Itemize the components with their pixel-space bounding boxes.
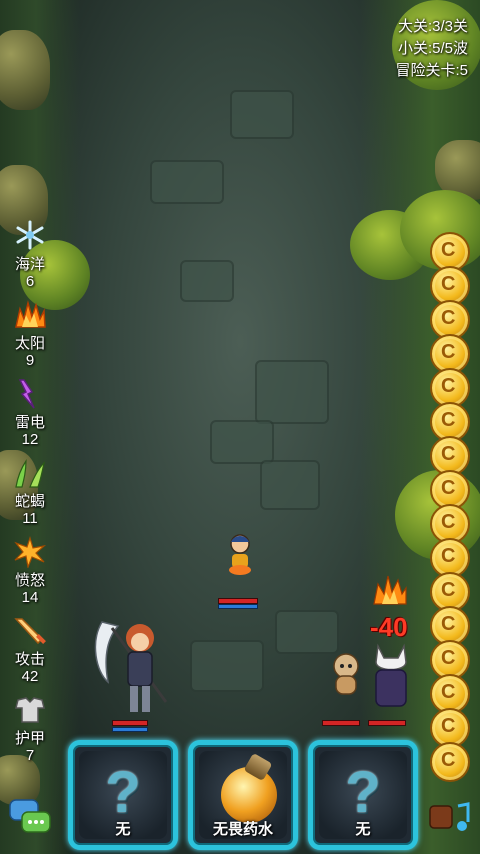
snowflake-icon xyxy=(12,220,48,256)
big-stage-text: 大关:3/3关 xyxy=(397,18,468,35)
rock xyxy=(0,30,50,110)
game-background xyxy=(0,0,480,854)
music-icon xyxy=(429,802,470,831)
path-stone xyxy=(190,640,264,692)
path-stone xyxy=(150,160,224,204)
element-count: 14 xyxy=(21,589,39,606)
coin-symbol: C xyxy=(441,715,456,737)
scorpion-icon xyxy=(12,457,48,493)
armor-icon xyxy=(12,694,48,730)
stage-info: 大关:3/3关 小关:5/5波 冒险关卡:5 xyxy=(395,16,468,82)
coin-symbol: C xyxy=(441,579,456,601)
fury-icon xyxy=(12,536,48,572)
potion-icon xyxy=(221,767,277,823)
element-list: 海洋 6 太阳 9 雷电 12 蛇蝎 11 愤怒 14 攻击 42 护甲 7 xyxy=(6,220,54,773)
sun-icon xyxy=(12,299,48,335)
gold-coin-icon: C xyxy=(430,742,470,782)
element-count: 6 xyxy=(25,273,35,290)
thunder-icon xyxy=(12,378,48,414)
coin-symbol: C xyxy=(441,749,456,771)
slot-label: 无 xyxy=(115,821,131,838)
slot-label: 无 xyxy=(355,821,371,838)
coin-symbol: C xyxy=(441,477,456,499)
element-thunder: 雷电 12 xyxy=(6,378,54,457)
chat-button[interactable] xyxy=(8,798,54,840)
hp-bar xyxy=(112,720,148,726)
coin-symbol: C xyxy=(441,273,456,295)
path-stone xyxy=(260,460,320,510)
mp-bar xyxy=(112,727,148,732)
chat-icon xyxy=(9,799,51,833)
element-count: 12 xyxy=(21,431,39,448)
element-count: 42 xyxy=(21,668,39,685)
element-name: 雷电 xyxy=(14,414,45,431)
fire-effect-icon xyxy=(372,572,408,611)
small-character xyxy=(224,532,256,581)
hp-bar xyxy=(368,720,406,726)
music-button[interactable] xyxy=(428,800,472,836)
mp-bar xyxy=(218,604,258,609)
element-count: 11 xyxy=(22,510,38,527)
element-name: 愤怒 xyxy=(14,572,45,589)
question-mark-icon: ? xyxy=(345,760,381,825)
element-ocean: 海洋 6 xyxy=(6,220,54,299)
sword-icon xyxy=(12,615,48,651)
item-slot-2[interactable]: 无畏药水 xyxy=(188,740,298,850)
path-stone xyxy=(255,360,329,424)
question-mark-icon: ? xyxy=(105,760,141,825)
coin-symbol: C xyxy=(441,613,456,635)
element-name: 护甲 xyxy=(14,730,45,747)
element-attack: 攻击 42 xyxy=(6,615,54,694)
element-name: 太阳 xyxy=(14,335,45,352)
coin-column: CCCCCCCCCCCCCCCC xyxy=(430,232,470,782)
coin-symbol: C xyxy=(441,341,456,363)
element-scorpion: 蛇蝎 11 xyxy=(6,457,54,536)
coin-symbol: C xyxy=(441,409,456,431)
element-name: 蛇蝎 xyxy=(14,493,45,510)
item-slot-1[interactable]: ? 无 xyxy=(68,740,178,850)
coin-symbol: C xyxy=(441,443,456,465)
element-sun: 太阳 9 xyxy=(6,299,54,378)
scythe-hero xyxy=(88,612,178,727)
element-count: 9 xyxy=(25,352,35,369)
damage-number: -40 xyxy=(370,612,408,642)
element-armor: 护甲 7 xyxy=(6,694,54,773)
coin-symbol: C xyxy=(441,681,456,703)
path-stone xyxy=(180,260,234,302)
dog-enemy xyxy=(328,652,364,703)
element-fury: 愤怒 14 xyxy=(6,536,54,615)
element-name: 海洋 xyxy=(14,256,45,273)
hp-bar xyxy=(322,720,360,726)
cat-enemy xyxy=(368,640,414,719)
coin-symbol: C xyxy=(441,375,456,397)
path-stone xyxy=(230,90,294,139)
coin-symbol: C xyxy=(441,545,456,567)
small-stage-text: 小关:5/5波 xyxy=(397,40,468,57)
coin-symbol: C xyxy=(441,647,456,669)
coin-symbol: C xyxy=(441,239,456,261)
element-name: 攻击 xyxy=(14,651,45,668)
coin-symbol: C xyxy=(441,307,456,329)
coin-symbol: C xyxy=(441,511,456,533)
path-stone xyxy=(275,610,339,654)
path-stone xyxy=(210,420,274,464)
adventure-level-text: 冒险关卡:5 xyxy=(395,62,468,79)
item-slot-3[interactable]: ? 无 xyxy=(308,740,418,850)
slot-label: 无畏药水 xyxy=(212,821,273,838)
element-count: 7 xyxy=(25,747,35,764)
